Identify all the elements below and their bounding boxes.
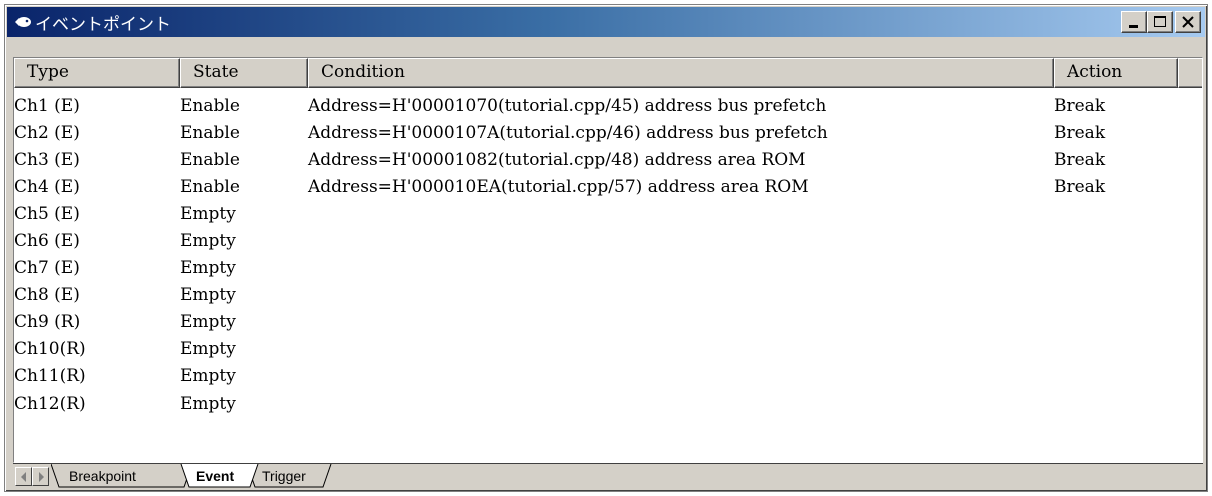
row-type: Ch5 (E) <box>14 203 80 224</box>
row-action: Break <box>1054 122 1106 143</box>
row-condition: Address=H'00001082(tutorial.cpp/48) addr… <box>308 149 806 170</box>
table-row[interactable]: Ch3 (E) Enable Address=H'00001082(tutori… <box>14 146 1202 173</box>
event-point-icon <box>13 14 33 30</box>
row-condition: Address=H'00001070(tutorial.cpp/45) addr… <box>308 95 827 116</box>
row-state: Enable <box>180 122 240 143</box>
row-state: Empty <box>180 393 236 414</box>
table-row[interactable]: Ch10(R) Empty <box>14 336 1202 363</box>
maximize-button[interactable] <box>1147 11 1173 33</box>
row-action: Break <box>1054 176 1106 197</box>
tab-scroll-left-button[interactable] <box>15 467 32 486</box>
table-row[interactable]: Ch11(R) Empty <box>14 363 1202 390</box>
row-state: Empty <box>180 312 236 333</box>
tab-scroll-right-button[interactable] <box>32 467 49 486</box>
table-row[interactable]: Ch9 (R) Empty <box>14 309 1202 336</box>
row-state: Empty <box>180 285 236 306</box>
table-row[interactable]: Ch2 (E) Enable Address=H'0000107A(tutori… <box>14 119 1202 146</box>
row-type: Ch9 (R) <box>14 312 81 333</box>
row-state: Enable <box>180 176 240 197</box>
minimize-button[interactable] <box>1121 11 1147 33</box>
row-type: Ch8 (E) <box>14 285 80 306</box>
table-row[interactable]: Ch7 (E) Empty <box>14 255 1202 282</box>
table-row[interactable]: Ch1 (E) Enable Address=H'00001070(tutori… <box>14 92 1202 119</box>
table-row[interactable]: Ch12(R) Empty <box>14 390 1202 417</box>
row-type: Ch4 (E) <box>14 176 80 197</box>
row-state: Empty <box>180 203 236 224</box>
row-action: Break <box>1054 95 1106 116</box>
row-state: Empty <box>180 366 236 387</box>
row-state: Enable <box>180 149 240 170</box>
column-header-filler <box>1178 58 1202 88</box>
event-list[interactable]: Type State Condition Action Ch1 (E) Enab… <box>13 57 1203 463</box>
table-row[interactable]: Ch8 (E) Empty <box>14 282 1202 309</box>
list-header: Type State Condition Action <box>14 58 1202 88</box>
tab-strip: Breakpoint Event Trigger <box>13 463 1203 489</box>
close-button[interactable] <box>1175 11 1201 33</box>
row-state: Empty <box>180 258 236 279</box>
table-row[interactable]: Ch6 (E) Empty <box>14 227 1202 254</box>
table-row[interactable]: Ch4 (E) Enable Address=H'000010EA(tutori… <box>14 173 1202 200</box>
row-type: Ch10(R) <box>14 339 86 360</box>
row-type: Ch6 (E) <box>14 231 80 252</box>
row-state: Enable <box>180 95 240 116</box>
title-bar[interactable]: イベントポイント <box>7 7 1205 37</box>
tab-event[interactable]: Event <box>196 468 234 484</box>
row-type: Ch3 (E) <box>14 149 80 170</box>
arrow-right-icon <box>39 472 44 482</box>
column-header-type[interactable]: Type <box>14 58 180 88</box>
row-condition: Address=H'0000107A(tutorial.cpp/46) addr… <box>308 122 828 143</box>
column-header-action[interactable]: Action <box>1054 58 1178 88</box>
event-point-window: イベントポイント Type State Condition Action Ch1… <box>4 4 1208 492</box>
row-type: Ch1 (E) <box>14 95 80 116</box>
row-state: Empty <box>180 231 236 252</box>
minimize-icon <box>1129 25 1138 28</box>
row-type: Ch7 (E) <box>14 258 80 279</box>
close-icon <box>1182 16 1194 28</box>
maximize-icon <box>1154 16 1166 27</box>
row-action: Break <box>1054 149 1106 170</box>
row-type: Ch12(R) <box>14 393 86 414</box>
row-type: Ch11(R) <box>14 366 86 387</box>
window-title: イベントポイント <box>35 14 171 35</box>
arrow-left-icon <box>21 472 26 482</box>
row-state: Empty <box>180 339 236 360</box>
row-type: Ch2 (E) <box>14 122 80 143</box>
list-rows: Ch1 (E) Enable Address=H'00001070(tutori… <box>14 92 1202 417</box>
row-condition: Address=H'000010EA(tutorial.cpp/57) addr… <box>308 176 809 197</box>
tab-trigger[interactable]: Trigger <box>262 468 306 484</box>
column-header-state[interactable]: State <box>180 58 308 88</box>
column-header-condition[interactable]: Condition <box>308 58 1054 88</box>
tab-breakpoint[interactable]: Breakpoint <box>69 468 136 484</box>
table-row[interactable]: Ch5 (E) Empty <box>14 200 1202 227</box>
